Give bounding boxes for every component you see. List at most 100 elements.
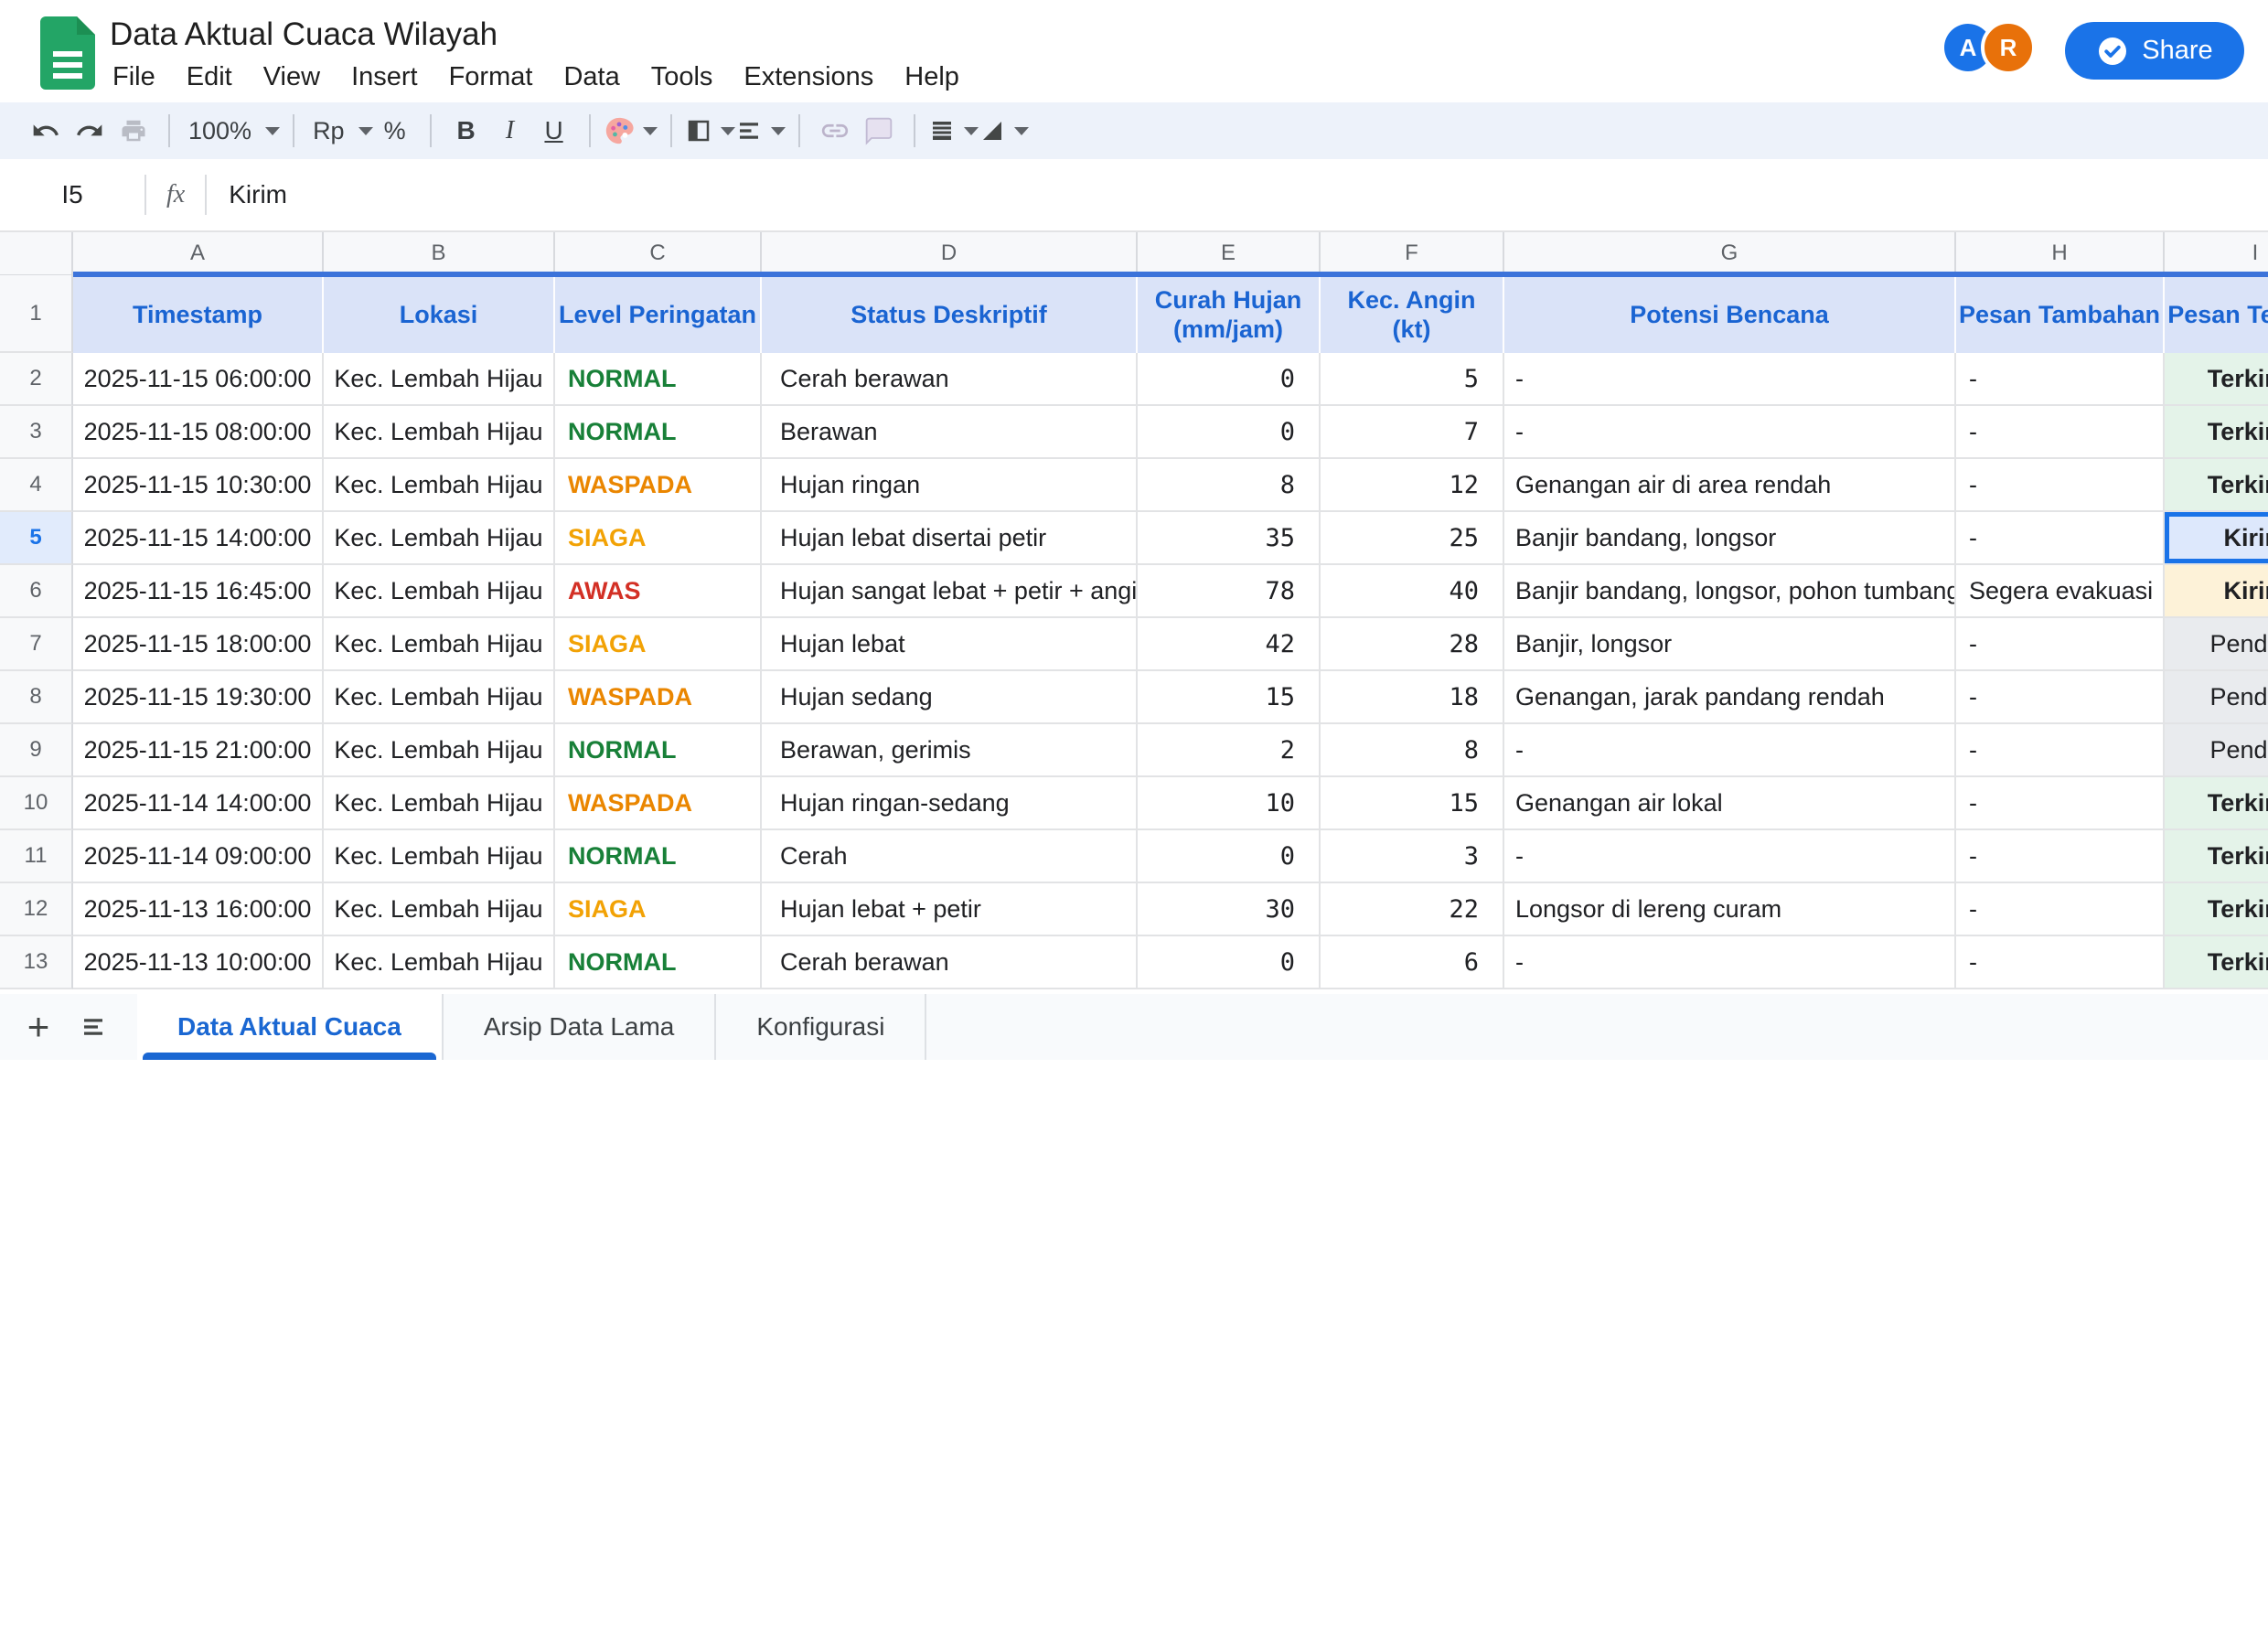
sheets-logo-icon[interactable]: [40, 16, 95, 90]
cell-lokasi[interactable]: Kec. Lembah Hijau: [324, 565, 555, 618]
cell-status-deskriptif[interactable]: Hujan ringan-sedang: [762, 777, 1138, 830]
redo-button[interactable]: [68, 109, 112, 153]
cell-curah-hujan[interactable]: 78: [1138, 565, 1321, 618]
cell-kec-angin[interactable]: 25: [1321, 512, 1504, 565]
cell-kec-angin[interactable]: 28: [1321, 618, 1504, 671]
header-lokasi[interactable]: Lokasi: [324, 275, 555, 353]
column-header-e[interactable]: E: [1138, 232, 1321, 274]
cell-lokasi[interactable]: Kec. Lembah Hijau: [324, 353, 555, 406]
header-pesan-tambahan[interactable]: Pesan Tambahan: [1956, 275, 2165, 353]
cell-pesan-tambahan[interactable]: -: [1956, 936, 2165, 989]
cell-pesan-terkirim[interactable]: Terkirim: [2165, 936, 2268, 989]
row-header[interactable]: 3: [0, 406, 73, 459]
currency-format-button[interactable]: Rp: [307, 109, 373, 153]
cell-pesan-tambahan[interactable]: -: [1956, 353, 2165, 406]
cell-level-peringatan[interactable]: SIAGA: [555, 883, 762, 936]
cell-level-peringatan[interactable]: NORMAL: [555, 936, 762, 989]
column-header-g[interactable]: G: [1504, 232, 1956, 274]
cell-potensi-bencana[interactable]: Genangan air di area rendah: [1504, 459, 1956, 512]
cell-level-peringatan[interactable]: AWAS: [555, 565, 762, 618]
cell-pesan-tambahan[interactable]: -: [1956, 777, 2165, 830]
cell-curah-hujan[interactable]: 42: [1138, 618, 1321, 671]
row-header[interactable]: 6: [0, 565, 73, 618]
cell-timestamp[interactable]: 2025-11-13 10:00:00: [73, 936, 324, 989]
create-filter-button[interactable]: [979, 109, 1029, 153]
cell-potensi-bencana[interactable]: Banjir bandang, longsor, pohon tumbang: [1504, 565, 1956, 618]
undo-button[interactable]: [24, 109, 68, 153]
cell-potensi-bencana[interactable]: Banjir bandang, longsor: [1504, 512, 1956, 565]
cell-lokasi[interactable]: Kec. Lembah Hijau: [324, 830, 555, 883]
header-status-deskriptif[interactable]: Status Deskriptif: [762, 275, 1138, 353]
cell-kec-angin[interactable]: 7: [1321, 406, 1504, 459]
column-header-b[interactable]: B: [324, 232, 555, 274]
cell-pesan-terkirim[interactable]: Terkirim: [2165, 883, 2268, 936]
cell-status-deskriptif[interactable]: Hujan lebat: [762, 618, 1138, 671]
row-header[interactable]: 7: [0, 618, 73, 671]
row-header[interactable]: 13: [0, 936, 73, 989]
menu-format[interactable]: Format: [433, 57, 549, 98]
menu-data[interactable]: Data: [548, 57, 635, 98]
cell-kec-angin[interactable]: 12: [1321, 459, 1504, 512]
cell-timestamp[interactable]: 2025-11-15 08:00:00: [73, 406, 324, 459]
cell-timestamp[interactable]: 2025-11-13 16:00:00: [73, 883, 324, 936]
cell-status-deskriptif[interactable]: Hujan sangat lebat + petir + angin: [762, 565, 1138, 618]
cell-status-deskriptif[interactable]: Hujan ringan: [762, 459, 1138, 512]
cell-curah-hujan[interactable]: 30: [1138, 883, 1321, 936]
cell-curah-hujan[interactable]: 2: [1138, 724, 1321, 777]
cell-status-deskriptif[interactable]: Hujan lebat + petir: [762, 883, 1138, 936]
cell-potensi-bencana[interactable]: Longsor di lereng curam: [1504, 883, 1956, 936]
cell-timestamp[interactable]: 2025-11-15 06:00:00: [73, 353, 324, 406]
cell-pesan-terkirim[interactable]: Terkirim: [2165, 459, 2268, 512]
cell-curah-hujan[interactable]: 10: [1138, 777, 1321, 830]
menu-file[interactable]: File: [97, 57, 171, 98]
menu-extensions[interactable]: Extensions: [728, 57, 889, 98]
tab-data-aktual-cuaca[interactable]: Data Aktual Cuaca: [137, 994, 444, 1060]
cell-kec-angin[interactable]: 5: [1321, 353, 1504, 406]
cell-status-deskriptif[interactable]: Hujan lebat disertai petir: [762, 512, 1138, 565]
cell-pesan-tambahan[interactable]: -: [1956, 830, 2165, 883]
insert-comment-button[interactable]: [857, 109, 901, 153]
header-curah-hujan[interactable]: Curah Hujan(mm/jam): [1138, 275, 1321, 353]
share-button[interactable]: Share: [2065, 22, 2244, 80]
cell-lokasi[interactable]: Kec. Lembah Hijau: [324, 512, 555, 565]
insert-link-button[interactable]: [813, 109, 857, 153]
cell-kec-angin[interactable]: 22: [1321, 883, 1504, 936]
cell-timestamp[interactable]: 2025-11-15 21:00:00: [73, 724, 324, 777]
menu-edit[interactable]: Edit: [171, 57, 248, 98]
select-all-corner[interactable]: [0, 232, 73, 274]
cell-potensi-bencana[interactable]: Genangan air lokal: [1504, 777, 1956, 830]
cell-lokasi[interactable]: Kec. Lembah Hijau: [324, 883, 555, 936]
percent-format-button[interactable]: %: [373, 109, 417, 153]
menu-help[interactable]: Help: [889, 57, 975, 98]
cell-curah-hujan[interactable]: 0: [1138, 936, 1321, 989]
cell-curah-hujan[interactable]: 0: [1138, 353, 1321, 406]
fill-color-button[interactable]: [604, 109, 658, 153]
tab-konfigurasi[interactable]: Konfigurasi: [716, 994, 926, 1060]
column-header-d[interactable]: D: [762, 232, 1138, 274]
cell-pesan-terkirim[interactable]: Terkirim: [2165, 830, 2268, 883]
column-header-f[interactable]: F: [1321, 232, 1504, 274]
row-header[interactable]: 9: [0, 724, 73, 777]
table-button[interactable]: [928, 109, 979, 153]
cell-curah-hujan[interactable]: 35: [1138, 512, 1321, 565]
cell-status-deskriptif[interactable]: Hujan sedang: [762, 671, 1138, 724]
cell-potensi-bencana[interactable]: -: [1504, 406, 1956, 459]
add-sheet-button[interactable]: +: [11, 994, 66, 1060]
cell-level-peringatan[interactable]: SIAGA: [555, 512, 762, 565]
cell-level-peringatan[interactable]: WASPADA: [555, 777, 762, 830]
document-title[interactable]: Data Aktual Cuaca Wilayah: [110, 16, 497, 53]
cell-potensi-bencana[interactable]: Genangan, jarak pandang rendah: [1504, 671, 1956, 724]
cell-status-deskriptif[interactable]: Cerah berawan: [762, 936, 1138, 989]
row-header[interactable]: 5: [0, 512, 73, 565]
row-header[interactable]: 2: [0, 353, 73, 406]
header-kec-angin[interactable]: Kec. Angin(kt): [1321, 275, 1504, 353]
cell-level-peringatan[interactable]: NORMAL: [555, 830, 762, 883]
cell-pesan-terkirim[interactable]: Terkirim: [2165, 777, 2268, 830]
cell-pesan-terkirim[interactable]: Pending: [2165, 671, 2268, 724]
cell-lokasi[interactable]: Kec. Lembah Hijau: [324, 618, 555, 671]
header-pesan-terkirim[interactable]: Pesan Terkirim: [2165, 275, 2268, 353]
header-potensi-bencana[interactable]: Potensi Bencana: [1504, 275, 1956, 353]
menu-view[interactable]: View: [248, 57, 336, 98]
cell-status-deskriptif[interactable]: Cerah berawan: [762, 353, 1138, 406]
menu-tools[interactable]: Tools: [636, 57, 729, 98]
